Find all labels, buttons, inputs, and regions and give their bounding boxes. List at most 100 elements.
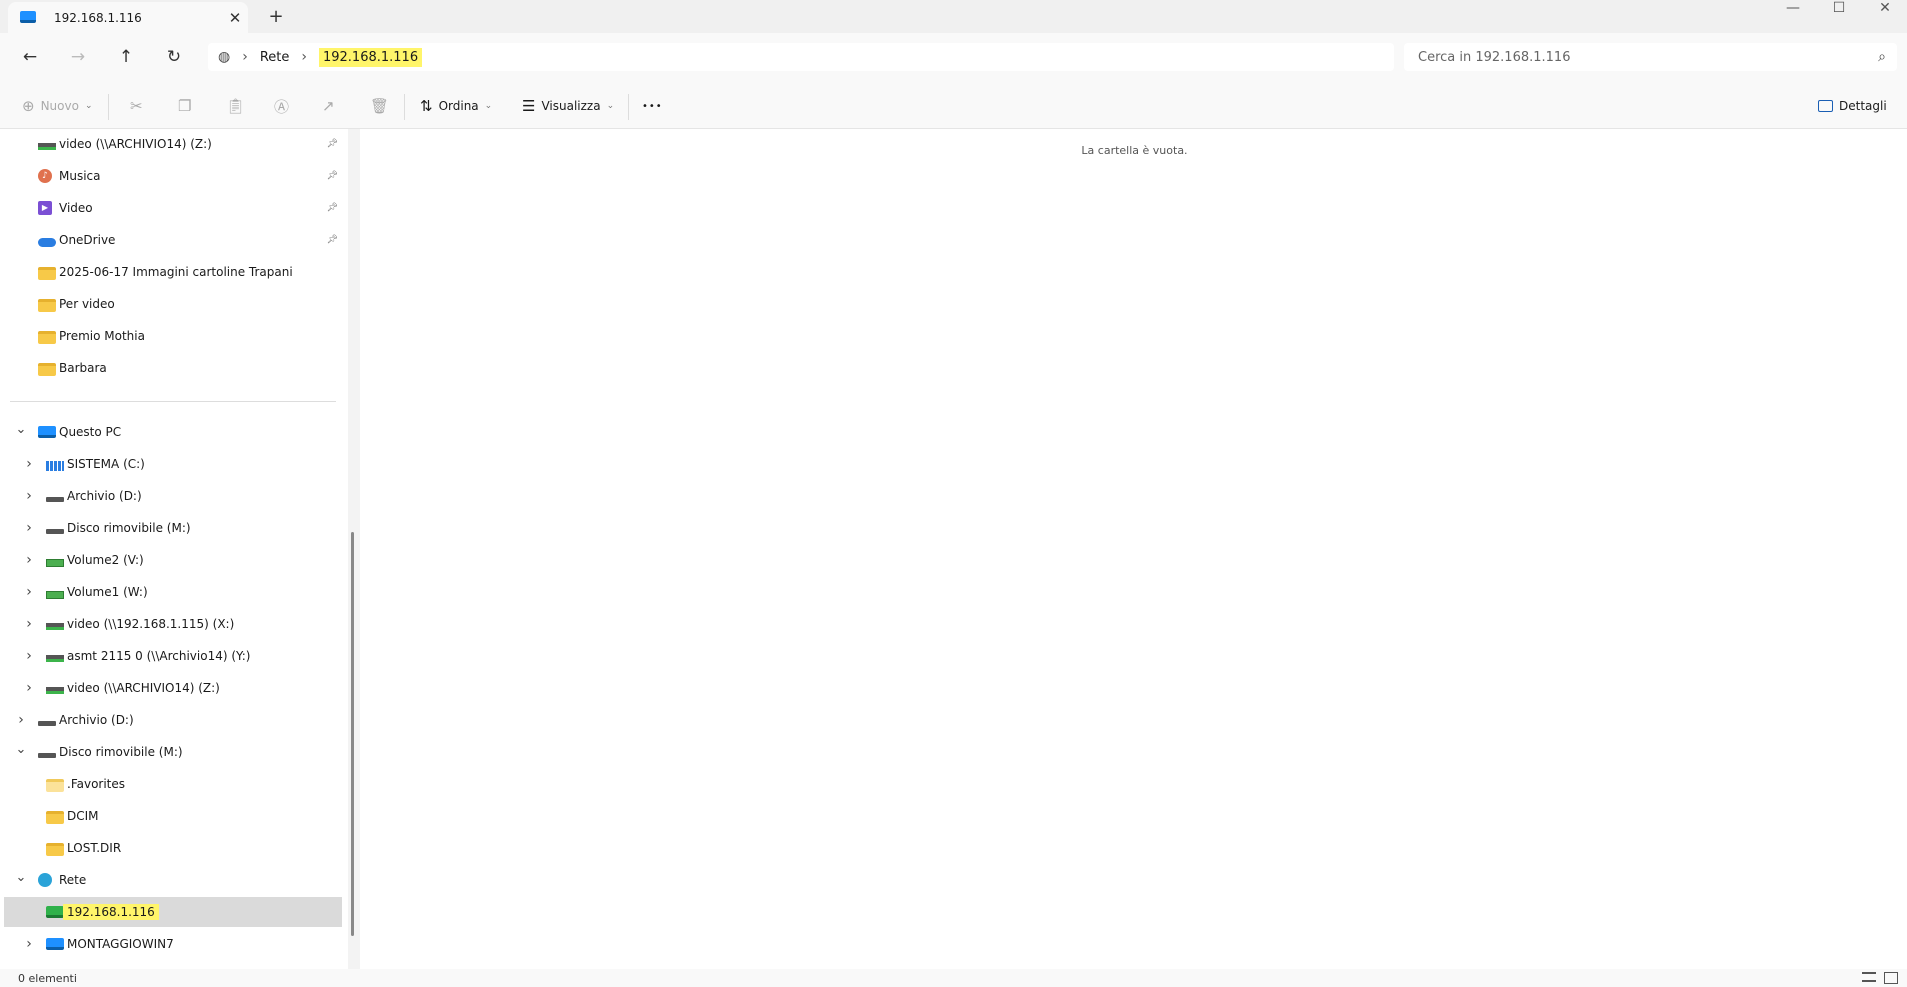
- drive-icon: [46, 496, 64, 502]
- sort-button[interactable]: ⇅ Ordina ⌄: [420, 95, 492, 117]
- sidebar-item[interactable]: LOST.DIR: [4, 833, 344, 863]
- chevron-right-icon[interactable]: ›: [22, 680, 36, 696]
- sidebar-item[interactable]: ⌄ Questo PC: [4, 417, 344, 447]
- search-icon[interactable]: ⌕: [1867, 49, 1897, 65]
- rename-icon[interactable]: Ⓐ: [274, 95, 295, 117]
- sidebar-item[interactable]: Premio Mothia: [4, 321, 344, 351]
- sidebar-item-label: DCIM: [67, 809, 99, 823]
- delete-icon[interactable]: 🗑︎: [370, 95, 395, 117]
- pin-icon[interactable]: 📌︎: [327, 235, 338, 245]
- monitor-icon: [20, 11, 36, 23]
- sidebar-scrollbar-thumb[interactable]: [351, 532, 354, 936]
- chevron-right-icon[interactable]: ›: [22, 936, 36, 952]
- new-tab-button[interactable]: +: [264, 6, 288, 28]
- sidebar-item[interactable]: video (\\ARCHIVIO14) (Z:) 📌︎: [4, 129, 344, 159]
- search-input[interactable]: Cerca in 192.168.1.116 ⌕: [1404, 43, 1897, 71]
- sidebar-item-label: LOST.DIR: [67, 841, 122, 855]
- share-icon[interactable]: ↗: [322, 95, 341, 117]
- sidebar-item-label: .Favorites: [67, 777, 126, 791]
- chevron-right-icon[interactable]: ›: [22, 616, 36, 632]
- breadcrumb-separator: ›: [301, 49, 307, 65]
- sidebar-item-label: video (\\ARCHIVIO14) (Z:): [59, 137, 212, 151]
- large-icons-view-icon[interactable]: [1884, 972, 1898, 984]
- refresh-icon[interactable]: ↻: [160, 44, 188, 70]
- sidebar-item-label: Volume2 (V:): [67, 553, 144, 567]
- details-pane-icon: [1818, 100, 1833, 112]
- sidebar-item[interactable]: Barbara: [4, 353, 344, 383]
- chevron-down-icon[interactable]: ⌄: [14, 870, 28, 885]
- sidebar-item-label: 192.168.1.116: [63, 904, 159, 920]
- address-bar[interactable]: ◍ › Rete › 192.168.1.116: [208, 43, 1394, 71]
- pin-icon[interactable]: 📌︎: [327, 171, 338, 181]
- sidebar-item[interactable]: ♪ Musica 📌︎: [4, 161, 344, 191]
- chevron-right-icon[interactable]: ›: [22, 488, 36, 504]
- sidebar-item-label: Archivio (D:): [59, 713, 134, 727]
- network-icon: [38, 873, 52, 887]
- chevron-right-icon[interactable]: ›: [22, 648, 36, 664]
- up-arrow-icon[interactable]: ↑: [112, 44, 140, 70]
- folder-icon: [46, 810, 64, 824]
- sidebar-item[interactable]: OneDrive 📌︎: [4, 225, 344, 255]
- sidebar-item[interactable]: › Disco rimovibile (M:): [4, 513, 344, 543]
- sidebar-item[interactable]: 192.168.1.116: [4, 897, 342, 927]
- pin-icon[interactable]: 📌︎: [327, 203, 338, 213]
- sidebar-item[interactable]: ⌄ Disco rimovibile (M:): [4, 737, 344, 767]
- chevron-right-icon[interactable]: ›: [22, 520, 36, 536]
- new-button[interactable]: ⊕ Nuovo ⌄: [22, 95, 93, 117]
- sidebar-item-label: Disco rimovibile (M:): [59, 745, 183, 759]
- forward-arrow-icon[interactable]: →: [64, 44, 92, 70]
- view-button[interactable]: ☰ Visualizza ⌄: [522, 95, 614, 117]
- sidebar-item[interactable]: › Archivio (D:): [4, 705, 344, 735]
- tab-title: 192.168.1.116: [54, 11, 142, 25]
- copy-icon[interactable]: ❐: [178, 95, 197, 117]
- sidebar-item[interactable]: › video (\\ARCHIVIO14) (Z:): [4, 673, 344, 703]
- network-globe-icon: ◍: [218, 49, 231, 65]
- sidebar-item[interactable]: › asmt 2115 0 (\\Archivio14) (Y:): [4, 641, 344, 671]
- sidebar-item-label: Premio Mothia: [59, 329, 145, 343]
- new-label: Nuovo: [40, 99, 79, 113]
- sidebar-item[interactable]: › Archivio (D:): [4, 481, 344, 511]
- chevron-down-icon[interactable]: ⌄: [14, 742, 28, 757]
- paste-icon[interactable]: 📋︎: [226, 95, 251, 117]
- sidebar-item[interactable]: › MONTAGGIOWIN7: [4, 929, 344, 959]
- sidebar-item[interactable]: .Favorites: [4, 769, 344, 799]
- sidebar-item[interactable]: DCIM: [4, 801, 344, 831]
- breadcrumb-current[interactable]: 192.168.1.116: [318, 47, 423, 67]
- drive-icon: [38, 752, 56, 758]
- cut-icon[interactable]: ✂: [130, 95, 149, 117]
- drive-icon: [38, 720, 56, 726]
- sidebar-item[interactable]: 2025-06-17 Immagini cartoline Trapani: [4, 257, 344, 287]
- sidebar-item[interactable]: ▶ Video 📌︎: [4, 193, 344, 223]
- close-tab-button[interactable]: ✕: [222, 9, 248, 27]
- tab-192-168-1-116[interactable]: 192.168.1.116 ✕: [8, 2, 248, 34]
- sidebar-item[interactable]: Per video: [4, 289, 344, 319]
- sidebar-item[interactable]: › video (\\192.168.1.115) (X:): [4, 609, 344, 639]
- music-icon: ♪: [38, 169, 52, 183]
- chevron-right-icon[interactable]: ›: [22, 456, 36, 472]
- close-window-button[interactable]: ✕: [1862, 0, 1907, 16]
- sidebar-item-label: video (\\192.168.1.115) (X:): [67, 617, 235, 631]
- more-options-button[interactable]: •••: [642, 95, 663, 117]
- chevron-right-icon[interactable]: ›: [22, 552, 36, 568]
- folder-icon: [38, 298, 56, 312]
- sidebar-item-label: OneDrive: [59, 233, 116, 247]
- chevron-right-icon[interactable]: ›: [22, 584, 36, 600]
- file-list-area[interactable]: [362, 129, 1907, 969]
- sidebar-scrollbar-track[interactable]: [348, 129, 360, 969]
- maximize-button[interactable]: ☐: [1816, 0, 1862, 16]
- network-drive-icon: [46, 687, 64, 694]
- sidebar-item[interactable]: ⌄ Rete: [4, 865, 344, 895]
- sidebar-item[interactable]: › SISTEMA (C:): [4, 449, 344, 479]
- divider: [628, 94, 629, 120]
- back-arrow-icon[interactable]: ←: [16, 44, 44, 70]
- pin-icon[interactable]: 📌︎: [327, 139, 338, 149]
- details-view-icon[interactable]: [1862, 972, 1876, 982]
- minimize-button[interactable]: —: [1770, 0, 1816, 16]
- breadcrumb-rete[interactable]: Rete: [260, 50, 290, 65]
- sidebar-item[interactable]: › Volume1 (W:): [4, 577, 344, 607]
- usb-drive-icon: [46, 558, 64, 567]
- details-button[interactable]: Dettagli: [1818, 95, 1887, 117]
- chevron-right-icon[interactable]: ›: [14, 712, 28, 728]
- sidebar-item[interactable]: › Volume2 (V:): [4, 545, 344, 575]
- chevron-down-icon[interactable]: ⌄: [14, 422, 28, 437]
